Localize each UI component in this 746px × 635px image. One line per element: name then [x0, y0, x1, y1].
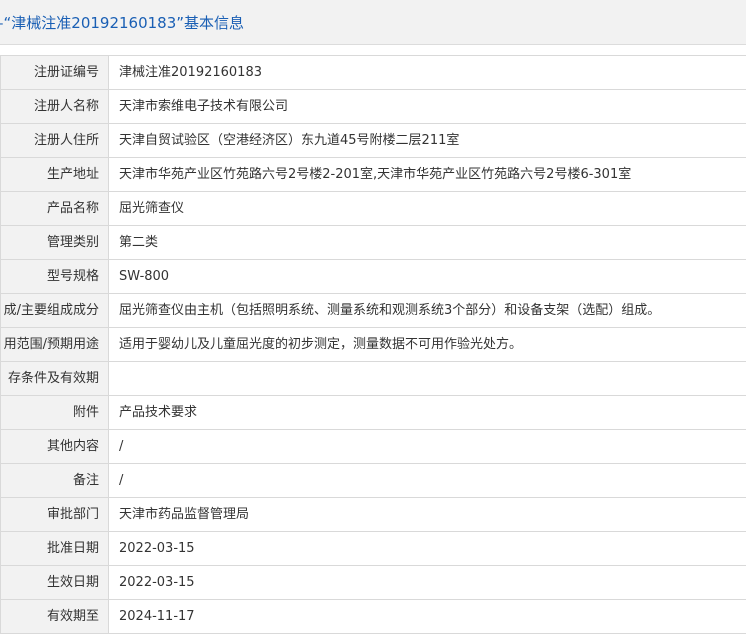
page-title: –“津械注准20192160183”基本信息 — [0, 14, 245, 32]
row-value: 第二类 — [108, 225, 746, 260]
row-value: 天津市药品监督管理局 — [108, 497, 746, 532]
row-label: 产品名称 — [0, 191, 109, 226]
table-row: 注册人住所 天津自贸试验区（空港经济区）东九道45号附楼二层211室 — [0, 123, 746, 158]
row-value: 2022-03-15 — [108, 565, 746, 600]
row-label: 有效期至 — [0, 599, 109, 634]
row-value: 津械注准20192160183 — [108, 55, 746, 90]
row-value: 天津市索维电子技术有限公司 — [108, 89, 746, 124]
row-value: 天津市华苑产业区竹苑路六号2号楼2-201室,天津市华苑产业区竹苑路六号2号楼6… — [108, 157, 746, 192]
row-value: 适用于婴幼儿及儿童屈光度的初步测定，测量数据不可用作验光处方。 — [108, 327, 746, 362]
row-value: 2024-11-17 — [108, 599, 746, 634]
row-label: 注册证编号 — [0, 55, 109, 90]
table-row: 注册证编号 津械注准20192160183 — [0, 55, 746, 90]
table-row: 生产地址 天津市华苑产业区竹苑路六号2号楼2-201室,天津市华苑产业区竹苑路六… — [0, 157, 746, 192]
row-label: 备注 — [0, 463, 109, 498]
table-row: 备注 / — [0, 463, 746, 498]
table-row: 注册人名称 天津市索维电子技术有限公司 — [0, 89, 746, 124]
row-value: 产品技术要求 — [108, 395, 746, 430]
row-label: 附件 — [0, 395, 109, 430]
row-value: 屈光筛查仪由主机（包括照明系统、测量系统和观测系统3个部分）和设备支架（选配）组… — [108, 293, 746, 328]
table-row: 存条件及有效期 — [0, 361, 746, 396]
row-label: 型号规格 — [0, 259, 109, 294]
table-row: 有效期至 2024-11-17 — [0, 599, 746, 634]
row-label: 成/主要组成成分 — [0, 293, 109, 328]
row-value: / — [108, 429, 746, 464]
row-value: 天津自贸试验区（空港经济区）东九道45号附楼二层211室 — [108, 123, 746, 158]
table-row: 生效日期 2022-03-15 — [0, 565, 746, 600]
page-header: –“津械注准20192160183”基本信息 — [0, 0, 746, 45]
row-label: 注册人住所 — [0, 123, 109, 158]
table-row: 批准日期 2022-03-15 — [0, 531, 746, 566]
table-row: 产品名称 屈光筛查仪 — [0, 191, 746, 226]
info-table-body: 注册证编号 津械注准20192160183 注册人名称 天津市索维电子技术有限公… — [0, 55, 746, 634]
table-row: 成/主要组成成分 屈光筛查仪由主机（包括照明系统、测量系统和观测系统3个部分）和… — [0, 293, 746, 328]
row-label: 批准日期 — [0, 531, 109, 566]
table-row: 型号规格 SW-800 — [0, 259, 746, 294]
info-table: 注册证编号 津械注准20192160183 注册人名称 天津市索维电子技术有限公… — [0, 55, 746, 634]
row-label: 生产地址 — [0, 157, 109, 192]
table-row: 其他内容 / — [0, 429, 746, 464]
row-label: 审批部门 — [0, 497, 109, 532]
row-label: 存条件及有效期 — [0, 361, 109, 396]
table-row: 用范围/预期用途 适用于婴幼儿及儿童屈光度的初步测定，测量数据不可用作验光处方。 — [0, 327, 746, 362]
table-row: 管理类别 第二类 — [0, 225, 746, 260]
row-value: SW-800 — [108, 259, 746, 294]
row-value — [108, 361, 746, 396]
row-label: 注册人名称 — [0, 89, 109, 124]
table-row: 审批部门 天津市药品监督管理局 — [0, 497, 746, 532]
row-label: 其他内容 — [0, 429, 109, 464]
row-value: 屈光筛查仪 — [108, 191, 746, 226]
row-label: 生效日期 — [0, 565, 109, 600]
table-row: 附件 产品技术要求 — [0, 395, 746, 430]
row-label: 用范围/预期用途 — [0, 327, 109, 362]
row-label: 管理类别 — [0, 225, 109, 260]
row-value: 2022-03-15 — [108, 531, 746, 566]
row-value: / — [108, 463, 746, 498]
